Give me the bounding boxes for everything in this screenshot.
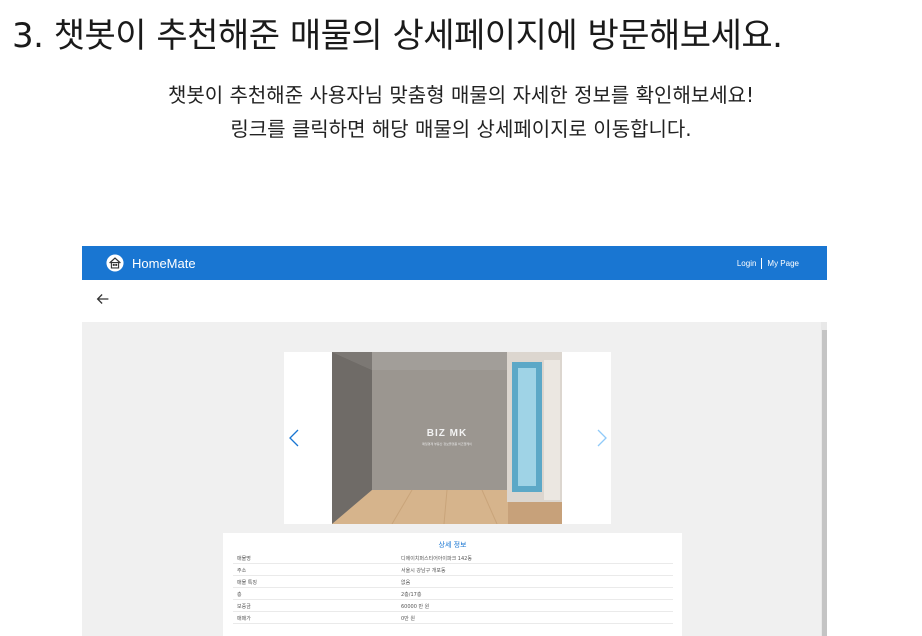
detail-value: 디에이치퍼스티어아이파크 142동 [401,556,472,562]
back-arrow-icon[interactable] [94,290,112,308]
detail-label: 보증금 [237,604,251,610]
detail-value: 없음 [401,580,411,586]
page-toolbar [82,280,827,322]
slide-heading: 3. 챗봇이 추천해준 매물의 상세페이지에 방문해보세요. [12,16,783,56]
detail-title: 상세 정보 [438,541,467,549]
chevron-right-icon[interactable] [595,428,609,448]
detail-label: 매물명 [237,556,251,562]
top-navbar: HomeMate Login My Page [82,246,827,280]
mypage-link[interactable]: My Page [767,259,799,268]
detail-label: 층 [237,592,242,598]
home-icon [106,254,124,272]
detail-row: 매매가 0만 원 [233,613,673,624]
app-screenshot: HomeMate Login My Page BIZ MK 매일경제 부동산 정… [82,246,827,636]
detail-row: 층 2층/17층 [233,589,673,600]
nav-links: Login My Page [737,258,799,269]
description-line-2: 링크를 클릭하면 해당 매물의 상세페이지로 이동합니다. [230,117,692,141]
detail-card: 상세 정보 매물명 디에이치퍼스티어아이파크 142동 주소 서울시 강남구 개… [223,533,682,636]
detail-label: 매물 특징 [237,580,257,586]
detail-value: 60000 만 원 [401,604,430,610]
nav-divider [761,258,763,269]
description-line-1: 챗봇이 추천해준 사용자님 맞춤형 매물의 자세한 정보를 확인해보세요! [167,83,755,107]
scrollbar-thumb[interactable] [822,330,827,636]
detail-label: 매매가 [237,616,251,622]
detail-row: 주소 서울시 강남구 개포동 [233,565,673,576]
chevron-left-icon[interactable] [287,428,301,448]
detail-label: 주소 [237,568,247,574]
detail-row: 보증금 60000 만 원 [233,601,673,612]
detail-value: 서울시 강남구 개포동 [401,568,446,574]
brand-link[interactable]: HomeMate [106,254,196,272]
detail-value: 0만 원 [401,616,415,622]
photo-gallery: BIZ MK 매일경제 부동산 정보플랫폼 비즈엠케이 [284,352,611,524]
brand-name: HomeMate [132,255,196,271]
detail-row: 매물명 디에이치퍼스티어아이파크 142동 [233,553,673,564]
room-photo: BIZ MK 매일경제 부동산 정보플랫폼 비즈엠케이 [332,352,562,524]
watermark-subtitle: 매일경제 부동산 정보플랫폼 비즈엠케이 [422,442,472,446]
watermark-title: BIZ MK [426,428,468,439]
detail-value: 2층/17층 [401,592,422,598]
slide-description: 챗봇이 추천해준 사용자님 맞춤형 매물의 자세한 정보를 확인해보세요! 링크… [0,78,922,146]
login-link[interactable]: Login [737,259,757,268]
detail-row: 매물 특징 없음 [233,577,673,588]
